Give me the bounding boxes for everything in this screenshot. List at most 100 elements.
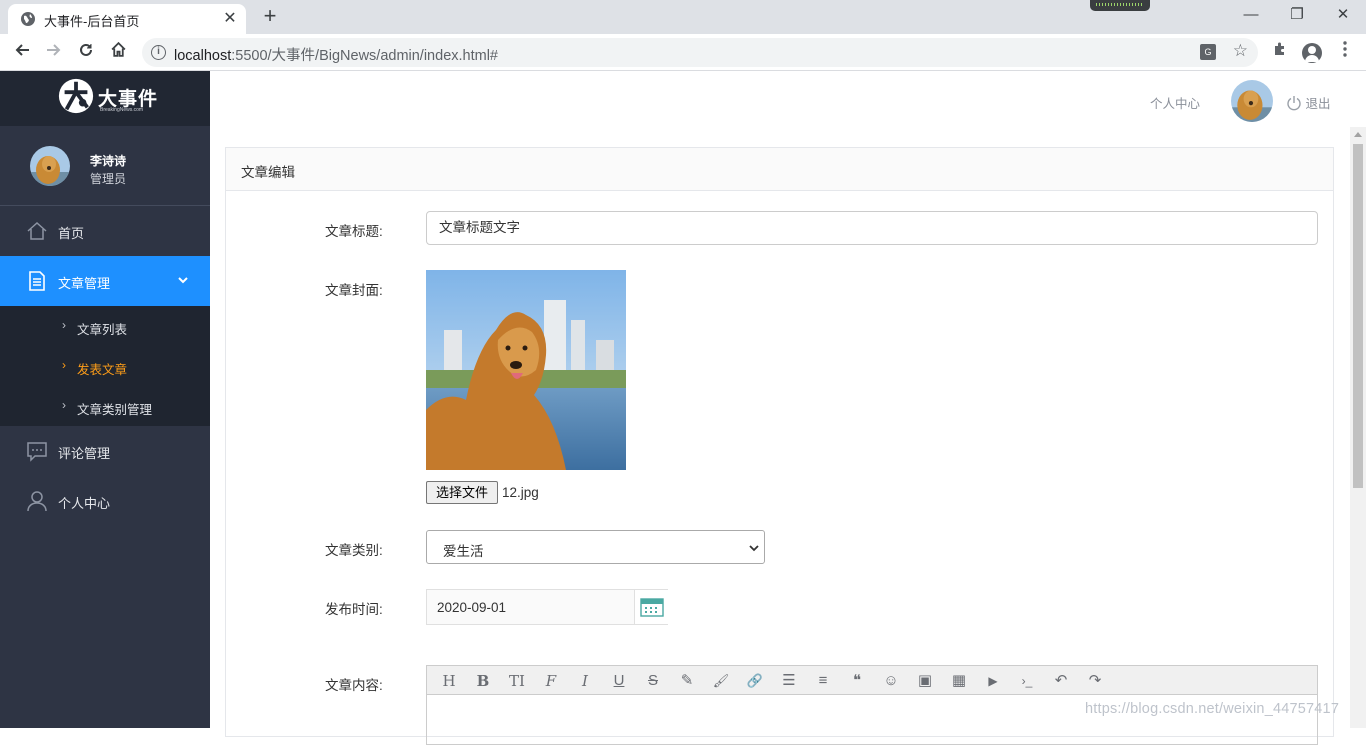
chevron-right-icon: › xyxy=(62,358,66,372)
bookmark-star-icon[interactable]: ☆ xyxy=(1233,41,1248,61)
browser-tab[interactable]: 大事件-后台首页 ✕ xyxy=(8,4,246,34)
cover-label: 文章封面: xyxy=(325,283,383,298)
article-edit-panel: 文章编辑 文章标题: 文章标题文字 文章封面: 选择文件 12.jpg 文章类别… xyxy=(225,147,1334,745)
document-icon xyxy=(29,271,45,291)
system-indicator xyxy=(1090,0,1150,11)
browser-toolbar: i localhost:5500/大事件/BigNews/admin/index… xyxy=(0,34,1366,71)
user-role: 管理员 xyxy=(90,172,127,186)
code-icon[interactable]: ›_ xyxy=(1015,670,1039,692)
title-label: 文章标题: xyxy=(325,224,383,239)
sidebar-item-home[interactable]: 首页 xyxy=(0,206,210,256)
personal-center-link[interactable]: 个人中心 xyxy=(1150,93,1200,112)
date-value: 2020-09-01 xyxy=(437,600,507,615)
brush-icon[interactable]: 🖌 xyxy=(709,670,733,692)
underline-icon[interactable]: U xyxy=(607,670,631,692)
sidebar-item-label: 评论管理 xyxy=(58,446,111,461)
profile-icon[interactable] xyxy=(1302,43,1322,63)
logout-label: 退出 xyxy=(1305,97,1331,111)
highlight-icon[interactable]: ✎ xyxy=(675,670,699,692)
header-actions: 个人中心 退出 xyxy=(1150,71,1366,129)
address-bar[interactable]: i localhost:5500/大事件/BigNews/admin/index… xyxy=(142,38,1258,67)
menu-kebab-icon[interactable] xyxy=(1333,40,1357,64)
chevron-down-icon xyxy=(749,545,759,552)
subitem-label: 文章类别管理 xyxy=(77,403,153,417)
globe-icon xyxy=(21,12,35,26)
align-icon[interactable]: ≡ xyxy=(811,670,835,692)
logo-icon xyxy=(58,78,94,114)
publish-date-input[interactable]: 2020-09-01 xyxy=(426,589,668,625)
chevron-down-icon xyxy=(178,277,188,284)
reload-icon[interactable] xyxy=(72,38,100,66)
cover-image xyxy=(426,270,626,470)
video-icon[interactable]: ▶ xyxy=(981,670,1005,692)
sidebar-item-comments[interactable]: 评论管理 xyxy=(0,426,210,476)
list-icon[interactable]: ☰ xyxy=(777,670,801,692)
tab-close-icon[interactable]: ✕ xyxy=(220,9,240,29)
user-info: 李诗诗 管理员 xyxy=(0,126,210,206)
extensions-icon[interactable] xyxy=(1268,40,1292,64)
window-restore-button[interactable]: ❐ xyxy=(1274,0,1320,30)
window-minimize-button[interactable]: — xyxy=(1228,0,1274,30)
panel-header: 文章编辑 xyxy=(226,148,1333,191)
font-family-icon[interactable]: F xyxy=(539,670,563,692)
italic-icon[interactable]: I xyxy=(573,670,597,692)
chevron-right-icon: › xyxy=(62,318,66,332)
comment-icon xyxy=(27,442,47,462)
link-icon[interactable]: 🔗 xyxy=(743,670,767,692)
heading-icon[interactable]: H xyxy=(437,670,461,692)
scrollbar-thumb[interactable] xyxy=(1353,144,1363,488)
bold-icon[interactable]: B xyxy=(471,670,495,692)
category-select[interactable]: 爱生活 xyxy=(426,530,765,564)
sidebar-subitem-publish-article[interactable]: › 发表文章 xyxy=(0,346,210,386)
browser-tabbar: 大事件-后台首页 ✕ + — ❐ ✕ xyxy=(0,0,1366,34)
site-info-icon[interactable]: i xyxy=(151,45,166,60)
redo-icon[interactable]: ↷ xyxy=(1083,670,1107,692)
calendar-icon xyxy=(640,598,664,617)
emoji-icon[interactable]: ☺ xyxy=(879,670,903,692)
quote-icon[interactable]: ❝ xyxy=(845,670,869,692)
logo-subtitle: BreakingNews.com xyxy=(100,107,144,113)
header-avatar[interactable] xyxy=(1231,80,1273,122)
page-scrollbar[interactable] xyxy=(1350,127,1366,728)
translate-icon[interactable]: G xyxy=(1200,44,1216,60)
table-icon[interactable]: ▦ xyxy=(947,670,971,692)
submenu-article: › 文章列表 › 发表文章 › 文章类别管理 xyxy=(0,306,210,426)
undo-icon[interactable]: ↶ xyxy=(1049,670,1073,692)
back-icon[interactable] xyxy=(8,38,36,66)
sidebar-subitem-article-list[interactable]: › 文章列表 xyxy=(0,306,210,346)
new-tab-button[interactable]: + xyxy=(258,5,282,29)
subitem-label: 文章列表 xyxy=(77,323,128,337)
file-name: 12.jpg xyxy=(502,485,539,500)
calendar-button[interactable] xyxy=(634,590,668,624)
avatar xyxy=(30,146,70,186)
article-title-input[interactable]: 文章标题文字 xyxy=(426,211,1318,245)
sidebar-item-label: 首页 xyxy=(58,226,85,241)
date-label: 发布时间: xyxy=(325,602,383,617)
forward-icon[interactable] xyxy=(40,38,68,66)
sidebar: 大事件 BreakingNews.com 李诗诗 管理员 首页 文章管理 › 文… xyxy=(0,71,210,728)
panel-title: 文章编辑 xyxy=(241,165,295,180)
category-selected-value: 爱生活 xyxy=(443,544,484,559)
user-name: 李诗诗 xyxy=(90,154,127,168)
scroll-up-icon[interactable] xyxy=(1354,132,1362,137)
image-icon[interactable]: ▣ xyxy=(913,670,937,692)
logout-button[interactable]: 退出 xyxy=(1286,93,1331,112)
sidebar-item-article-management[interactable]: 文章管理 xyxy=(0,256,210,306)
home-button-icon[interactable] xyxy=(104,38,132,66)
choose-file-button[interactable]: 选择文件 xyxy=(426,481,498,504)
logo-area: 大事件 BreakingNews.com xyxy=(0,71,210,126)
home-icon xyxy=(27,221,47,240)
tab-title: 大事件-后台首页 xyxy=(44,14,140,29)
sidebar-subitem-category-management[interactable]: › 文章类别管理 xyxy=(0,386,210,426)
window-close-button[interactable]: ✕ xyxy=(1320,0,1366,30)
sidebar-item-label: 文章管理 xyxy=(58,276,111,291)
power-icon xyxy=(1287,96,1301,111)
strikethrough-icon[interactable]: S xyxy=(641,670,665,692)
editor-toolbar: H B TI F I U S ✎ 🖌 🔗 ☰ ≡ ❝ ☺ ▣ ▦ ▶ ›_ ↶ … xyxy=(427,666,1317,695)
user-icon xyxy=(27,491,47,512)
content-label: 文章内容: xyxy=(325,678,383,693)
chevron-right-icon: › xyxy=(62,398,66,412)
sidebar-item-profile[interactable]: 个人中心 xyxy=(0,476,210,526)
font-size-icon[interactable]: TI xyxy=(505,670,529,692)
url-text: localhost:5500/大事件/BigNews/admin/index.h… xyxy=(174,48,498,64)
